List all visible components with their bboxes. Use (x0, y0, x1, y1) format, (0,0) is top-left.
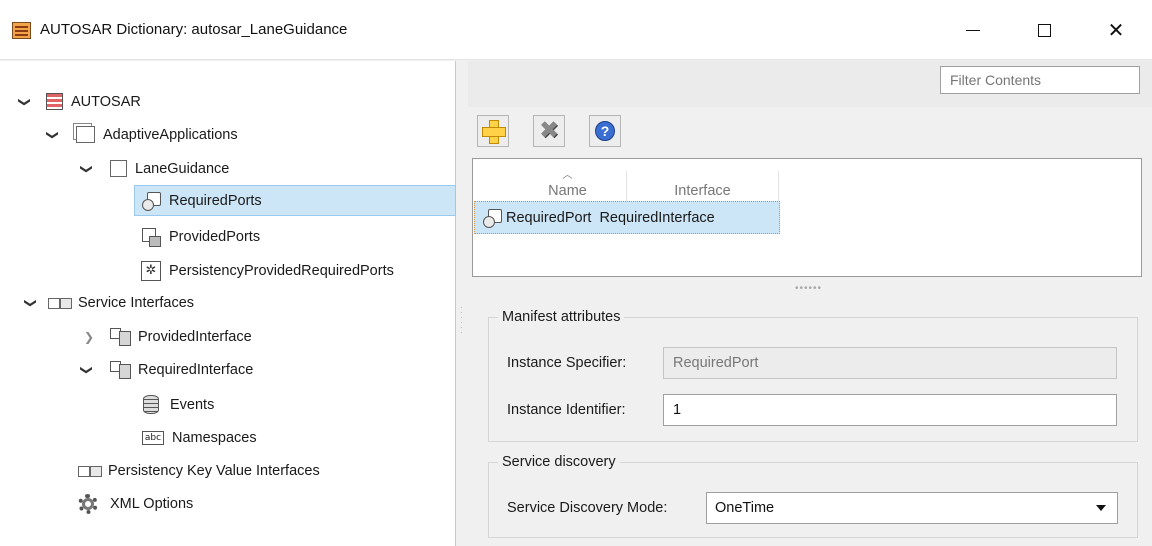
vertical-splitter[interactable]: · · · · · · (460, 304, 464, 345)
filter-input[interactable] (940, 66, 1140, 94)
table-row[interactable]: RequiredPort RequiredInterface (474, 201, 780, 234)
close-icon: ✕ (1107, 19, 1125, 42)
tree-item-label: ProvidedInterface (138, 328, 252, 345)
chevron-down-icon[interactable]: ❯ (24, 296, 38, 310)
close-button[interactable]: ✕ (1093, 14, 1139, 46)
tree-item-required-ports[interactable]: RequiredPorts (134, 185, 456, 216)
required-port-icon (141, 191, 161, 211)
delete-icon: ✖ (538, 117, 560, 144)
service-discovery-mode-label: Service Discovery Mode: (507, 500, 668, 516)
help-icon: ? (595, 121, 615, 141)
service-interfaces-icon (48, 297, 72, 309)
tree-item-events[interactable]: Events (143, 389, 214, 420)
tree-item-xml-options[interactable]: XML Options (78, 488, 193, 519)
maximize-button[interactable] (1021, 14, 1067, 46)
window-title: AUTOSAR Dictionary: autosar_LaneGuidance (40, 21, 348, 38)
instance-specifier-field (663, 347, 1117, 379)
column-header-interface[interactable]: Interface (627, 171, 779, 203)
chevron-down-icon[interactable]: ❯ (80, 363, 94, 377)
tree-item-lane-guidance[interactable]: ❯ LaneGuidance (80, 153, 229, 184)
column-header-name[interactable]: ︿ Name (509, 171, 627, 203)
plus-icon (482, 120, 506, 144)
tree-item-label: AUTOSAR (71, 93, 141, 110)
tree-item-persistency-ports[interactable]: ✲ PersistencyProvidedRequiredPorts (141, 255, 394, 286)
interface-icon (110, 360, 131, 379)
select-value: OneTime (715, 500, 775, 516)
maximize-icon (1037, 23, 1051, 37)
component-icon (110, 160, 127, 177)
minimize-button[interactable] (950, 14, 996, 46)
tree-item-provided-interface[interactable]: ❯ ProvidedInterface (82, 321, 252, 352)
cell-interface: RequiredInterface (599, 209, 715, 226)
column-header-label: Name (548, 183, 587, 199)
service-discovery-mode-select[interactable]: OneTime (706, 492, 1118, 524)
tree-item-label: Persistency Key Value Interfaces (108, 462, 320, 479)
instance-identifier-field[interactable] (663, 394, 1117, 426)
persistency-interfaces-icon (78, 465, 102, 477)
tree-item-label: AdaptiveApplications (103, 126, 238, 143)
tree-item-provided-ports[interactable]: ProvidedPorts (141, 221, 260, 252)
instance-specifier-label: Instance Specifier: (507, 355, 627, 371)
tree-panel: ❯ AUTOSAR ❯ AdaptiveApplications ❯ LaneG… (0, 61, 456, 546)
tree-item-label: RequiredInterface (138, 361, 254, 378)
tree-item-adaptive-applications[interactable]: ❯ AdaptiveApplications (46, 119, 238, 150)
persistency-port-icon: ✲ (141, 260, 161, 281)
help-button[interactable]: ? (589, 115, 621, 147)
service-discovery-legend: Service discovery (498, 454, 620, 470)
sort-ascending-icon: ︿ (562, 170, 573, 181)
horizontal-splitter[interactable]: •••••• (795, 283, 822, 294)
tree-item-service-interfaces[interactable]: ❯ Service Interfaces (18, 287, 194, 318)
events-icon (143, 395, 159, 414)
caret-down-icon (1096, 505, 1106, 511)
manifest-attributes-legend: Manifest attributes (498, 309, 625, 325)
tree-item-required-interface[interactable]: ❯ RequiredInterface (80, 354, 253, 385)
tree-item-namespaces[interactable]: abc Namespaces (142, 422, 257, 453)
required-port-icon (482, 208, 502, 228)
tree-item-persistency-interfaces[interactable]: Persistency Key Value Interfaces (78, 455, 320, 486)
ports-table: ︿ Name Interface RequiredPort RequiredIn… (472, 158, 1142, 277)
chevron-right-icon[interactable]: ❯ (82, 330, 96, 344)
namespaces-icon: abc (142, 430, 164, 445)
tree-item-label: ProvidedPorts (169, 228, 261, 245)
chevron-down-icon[interactable]: ❯ (80, 162, 94, 176)
delete-button[interactable]: ✖ (533, 115, 565, 147)
chevron-down-icon[interactable]: ❯ (18, 95, 32, 109)
package-icon (76, 126, 95, 143)
tree-item-autosar[interactable]: ❯ AUTOSAR (18, 86, 141, 117)
provided-port-icon (141, 227, 161, 247)
column-header-label: Interface (674, 183, 731, 199)
app-icon (12, 22, 31, 39)
tree-item-label: XML Options (110, 495, 194, 512)
chevron-down-icon[interactable]: ❯ (46, 128, 60, 142)
tree-item-label: Events (170, 396, 215, 413)
tree-item-label: Service Interfaces (78, 294, 195, 311)
instance-identifier-label: Instance Identifier: (507, 402, 626, 418)
gear-icon (78, 493, 98, 514)
cell-name: RequiredPort (506, 209, 592, 226)
autosar-icon (46, 93, 63, 110)
title-bar: AUTOSAR Dictionary: autosar_LaneGuidance… (0, 0, 1152, 60)
tree-item-label: LaneGuidance (135, 160, 230, 177)
tree-item-label: PersistencyProvidedRequiredPorts (169, 262, 394, 279)
add-button[interactable] (477, 115, 509, 147)
interface-icon (110, 327, 131, 346)
tree-item-label: Namespaces (172, 429, 257, 446)
minimize-icon (966, 29, 980, 31)
tree-item-label: RequiredPorts (169, 192, 262, 209)
